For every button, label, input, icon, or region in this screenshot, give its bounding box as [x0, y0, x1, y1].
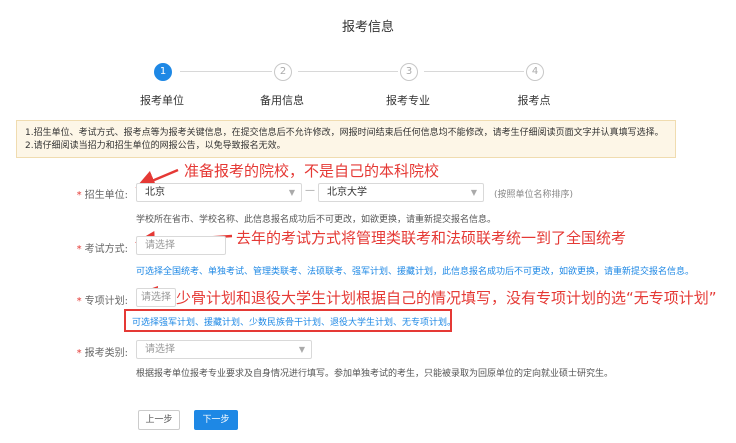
apply-type-label: * 报考类别:	[76, 348, 128, 359]
unit-sort-hint: (按照单位名称排序)	[494, 190, 574, 200]
annotation-text-2: 去年的考试方式将管理类联考和法硕联考统一到了全国统考	[236, 229, 627, 247]
step-2-label: 备用信息	[260, 94, 304, 107]
province-select[interactable]: 北京 ▼	[136, 183, 302, 202]
exam-method-hint: 可选择全国统考、单独考试、管理类联考、法硕联考、强军计划、援藏计划，此信息报名成…	[136, 267, 695, 277]
apply-type-hint: 根据报考单位报考专业要求及自身情况进行填写。参加单独考试的考生，只能被录取为回原…	[136, 369, 614, 379]
step-4-label: 报考点	[517, 94, 551, 107]
annotation-text-1: 准备报考的院校，不是自己的本科院校	[184, 162, 440, 180]
step-connector	[424, 71, 524, 72]
chevron-down-icon: ▼	[298, 345, 305, 354]
special-plan-label: * 专项计划:	[76, 296, 128, 307]
notice-line-1: 1.招生单位、考试方式、报考点等为报考关键信息，在提交信息后不允许修改，网报时间…	[25, 128, 664, 138]
apply-type-select[interactable]: 请选择 ▼	[136, 340, 312, 359]
exam-method-label: * 考试方式:	[76, 244, 128, 255]
step-3-label: 报考专业	[386, 94, 430, 107]
step-1-label: 报考单位	[140, 94, 184, 107]
exam-method-select[interactable]: 请选择	[136, 236, 226, 255]
annotation-text-3: 少骨计划和退役大学生计划根据自己的情况填写，没有专项计划的选“无专项计划”	[176, 289, 717, 307]
chevron-down-icon: ▼	[288, 188, 295, 197]
step-connector	[298, 71, 398, 72]
prev-step-button[interactable]: 上一步	[138, 410, 180, 430]
special-plan-hint: 可选择强军计划、援藏计划、少数民族骨干计划、退役大学生计划、无专项计划。	[132, 318, 457, 328]
step-3-indicator: 3	[400, 63, 418, 81]
school-select[interactable]: 北京大学 ▼	[318, 183, 484, 202]
unit-hint: 学校所在省市、学校名称、此信息报名成功后不可更改，如欲更换，请重新提交报名信息。	[136, 215, 497, 225]
next-step-button[interactable]: 下一步	[194, 410, 238, 430]
unit-label: * 招生单位:	[76, 190, 128, 201]
step-1-indicator: 1	[154, 63, 172, 81]
step-connector	[180, 71, 272, 72]
notice-box: 1.招生单位、考试方式、报考点等为报考关键信息，在提交信息后不允许修改，网报时间…	[16, 120, 676, 158]
chevron-down-icon: ▼	[470, 188, 477, 197]
unit-separator: —	[305, 185, 315, 196]
step-4-indicator: 4	[526, 63, 544, 81]
notice-line-2: 2.请仔细阅读当招力和招生单位的网报公告，以免导致报名无效。	[25, 141, 286, 151]
special-plan-select[interactable]: 请选择	[136, 288, 176, 307]
stepper: 1 2 3 4 报考单位 备用信息 报考专业 报考点	[0, 0, 736, 110]
step-2-indicator: 2	[274, 63, 292, 81]
